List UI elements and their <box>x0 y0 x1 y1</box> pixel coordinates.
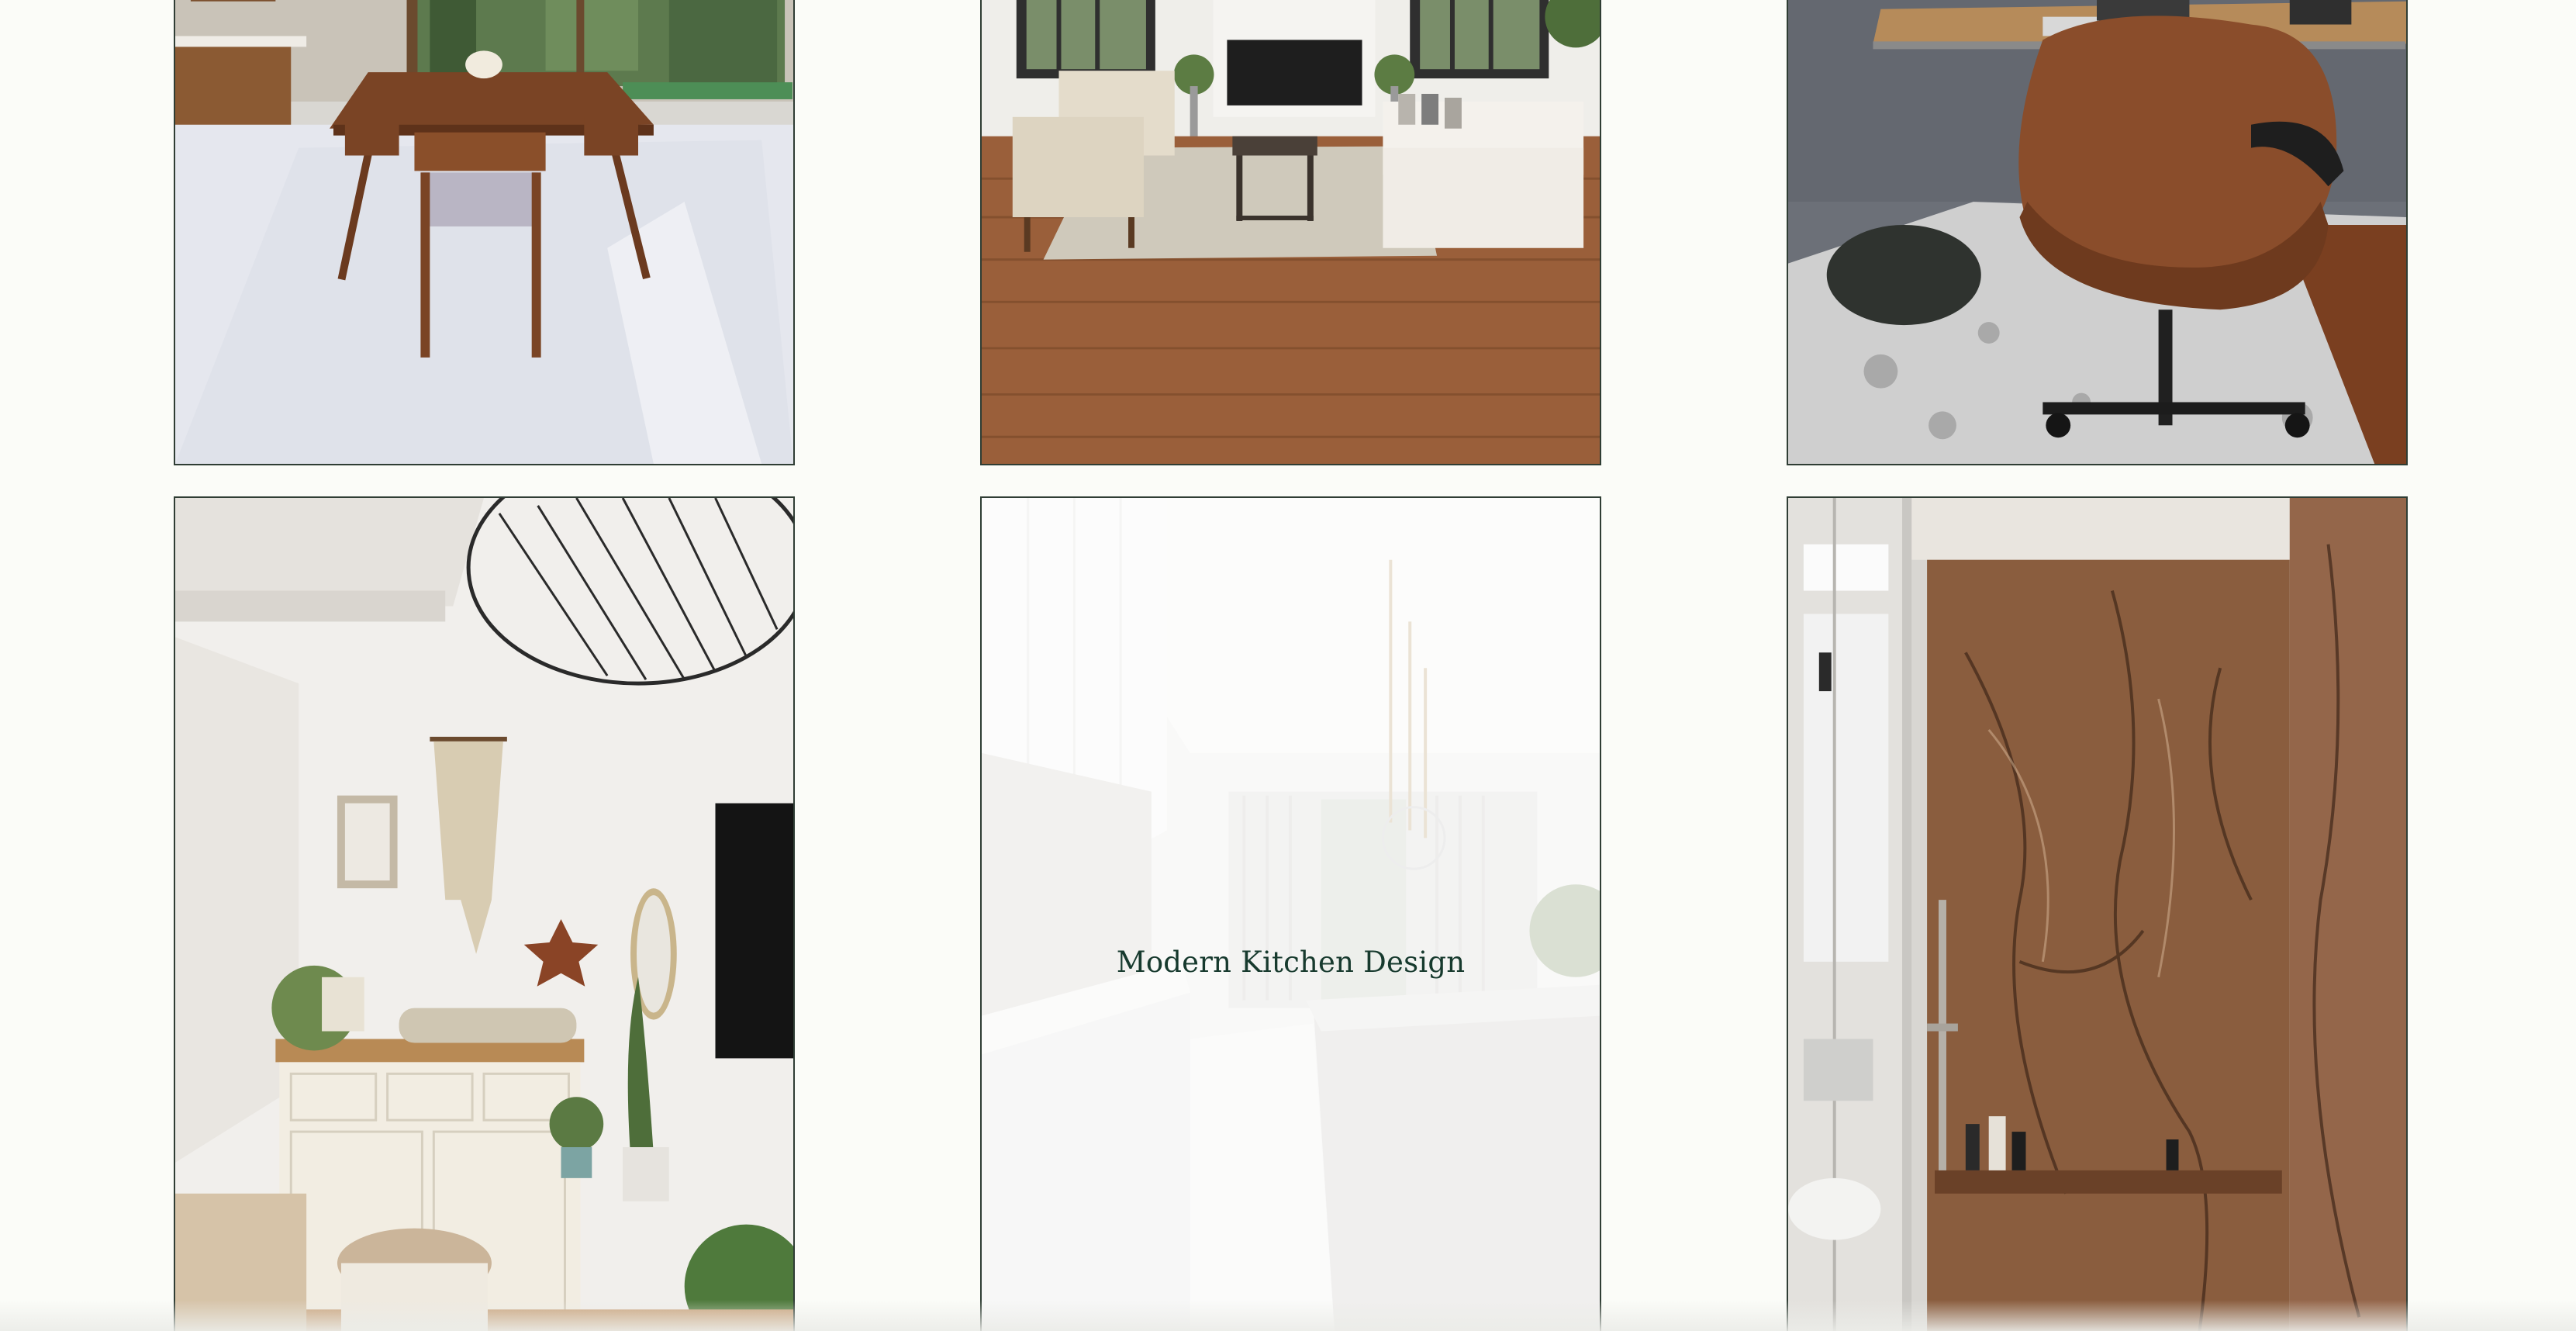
gallery-tile-home-office[interactable] <box>1787 0 2408 465</box>
project-gallery-grid: Modern Kitchen Design <box>0 0 2576 1331</box>
dining-room-photo <box>175 0 793 464</box>
gallery-tile-dining-room[interactable] <box>174 0 795 465</box>
gallery-tile-boho-nursery[interactable] <box>174 496 795 1331</box>
gallery-tile-living-room[interactable] <box>980 0 1601 465</box>
kitchen-hover-overlay <box>982 498 1600 1331</box>
gallery-tile-marble-bathroom[interactable] <box>1787 496 2408 1331</box>
kitchen-caption: Modern Kitchen Design <box>1116 946 1466 979</box>
gallery-tile-modern-kitchen[interactable]: Modern Kitchen Design <box>980 496 1601 1331</box>
marble-bathroom-photo <box>1788 498 2406 1331</box>
home-office-photo <box>1788 0 2406 464</box>
living-room-photo <box>982 0 1600 464</box>
page: Modern Kitchen Design <box>0 0 2576 1331</box>
boho-nursery-photo <box>175 498 793 1331</box>
